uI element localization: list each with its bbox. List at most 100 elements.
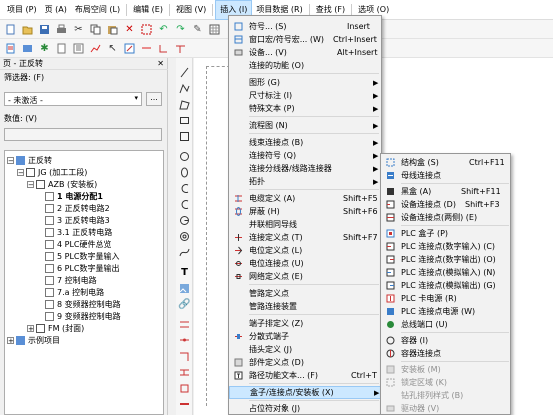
expand-icon[interactable]: + [7, 336, 14, 344]
expand-icon[interactable]: + [27, 324, 34, 332]
spiral-icon[interactable] [178, 230, 191, 243]
select-icon[interactable] [140, 23, 153, 36]
tee-icon[interactable] [174, 42, 187, 55]
menu-item-dimension[interactable]: 尺寸标注 (I) ▶ [229, 89, 381, 102]
filter-ellipsis-button[interactable]: ... [146, 92, 162, 106]
menu-edit[interactable]: 编辑 (E) [129, 1, 167, 19]
menu-item-connection-definition[interactable]: 连接定义点 (T) Shift+F7 [229, 231, 381, 244]
tree-page-item[interactable]: 3.1 正反转电路 [45, 226, 112, 238]
collapse-icon[interactable]: − [7, 156, 14, 164]
submenu-item-device-connection[interactable]: 设备连接点 (D) Shift+F3 [381, 198, 510, 211]
submenu-item-container[interactable]: 容器 (I) [381, 334, 510, 347]
arc2-icon[interactable] [178, 198, 191, 211]
tree-page-item[interactable]: 7 控制电路 [45, 274, 97, 286]
menu-item-splitter[interactable]: 连接分线器/线路连接器 ▶ [229, 162, 381, 175]
menu-item-symbol[interactable]: 符号... (S) Insert [229, 20, 381, 33]
menu-project[interactable]: 项目 (P) [3, 1, 41, 19]
cut-icon[interactable]: ✂ [72, 23, 85, 36]
menu-item-connected-function[interactable]: 连接的功能 (O) [229, 59, 381, 72]
submenu-item-busbar-connection[interactable]: 母线连接点 [381, 169, 510, 182]
tree-page-item[interactable]: 9 变频器控制电路 [45, 310, 121, 322]
submenu-item-plc-box[interactable]: PLC 盒子 (P) [381, 227, 510, 240]
undo-icon[interactable]: ↶ [157, 23, 170, 36]
submenu-item-plc-digital-output[interactable]: PLC 连接点(数字输出) (O) [381, 253, 510, 266]
angle-icon[interactable] [157, 42, 170, 55]
edit-mode-icon[interactable] [123, 42, 136, 55]
submenu-item-drive[interactable]: 驱动器 (V) [381, 402, 510, 415]
tree-node-example[interactable]: + 示例项目 [7, 334, 60, 346]
value-input[interactable] [4, 128, 162, 141]
menu-item-cable-definition[interactable]: 电缆定义 (A) Shift+F5 [229, 192, 381, 205]
grid-icon[interactable] [208, 23, 221, 36]
collapse-icon[interactable]: − [17, 168, 24, 176]
component-icon[interactable]: ✱ [38, 42, 51, 55]
filter-select[interactable]: - 未激活 - ▾ [4, 92, 142, 106]
paste-icon[interactable] [106, 23, 119, 36]
wire-icon[interactable] [140, 42, 153, 55]
page-properties-icon[interactable] [55, 42, 68, 55]
submenu-item-plc-connection-power[interactable]: PLC 连接点电源 (W) [381, 305, 510, 318]
report-icon[interactable] [72, 42, 85, 55]
tree-page-item[interactable]: 5 PLC数字量输入 [45, 250, 120, 262]
menu-item-potential-definition[interactable]: 电位定义点 (L) [229, 244, 381, 257]
menu-item-special-text[interactable]: 特殊文本 (P) ▶ [229, 102, 381, 115]
sector-icon[interactable] [178, 214, 191, 227]
circle-icon[interactable] [178, 150, 191, 163]
menu-item-flowchart[interactable]: 流程图 (N) ▶ [229, 119, 381, 132]
corner-icon[interactable] [178, 350, 191, 363]
submenu-item-plc-analog-output[interactable]: PLC 连接点(模拟输出) (G) [381, 279, 510, 292]
submenu-item-drill-pattern[interactable]: 钻孔排列样式 (B) [381, 389, 510, 402]
tree-node-jg[interactable]: − JG (加工工段) [17, 166, 87, 178]
arc-icon[interactable] [178, 182, 191, 195]
junction-icon[interactable] [178, 366, 191, 379]
submenu-item-plc-card-power[interactable]: PLC 卡电源 (R) [381, 292, 510, 305]
tree-page-item[interactable]: 8 变频器控制电路 [45, 298, 121, 310]
image-icon[interactable] [178, 282, 191, 295]
tree-page-item[interactable]: 2 正反转电路2 [45, 202, 110, 214]
page-new-icon[interactable] [4, 42, 17, 55]
menu-item-distributed-terminal[interactable]: 分散式端子 [229, 330, 381, 343]
bus-icon[interactable] [178, 398, 191, 411]
tree-page-item[interactable]: 3 正反转电路3 [45, 214, 110, 226]
submenu-item-bus-port[interactable]: 总线端口 (U) [381, 318, 510, 331]
tree-node-root[interactable]: − 正反转 [7, 154, 52, 166]
link-icon[interactable]: 🔗 [178, 298, 191, 311]
tree-page-item[interactable]: 1 电源分配1 [45, 190, 103, 202]
tree-page-item[interactable]: 4 PLC硬件总览 [45, 238, 112, 250]
menu-item-window-macro[interactable]: 窗口宏/符号宏... (W) Ctrl+Insert [229, 33, 381, 46]
collapse-icon[interactable]: − [27, 180, 34, 188]
submenu-item-mounting-plate[interactable]: 安装板 (M) [381, 363, 510, 376]
submenu-item-device-connection-both[interactable]: 设备连接点(两侧) (E) [381, 211, 510, 224]
menu-item-terminal-strip[interactable]: 端子排定义 (Z) [229, 317, 381, 330]
polyline-icon[interactable] [178, 82, 191, 95]
menu-item-part-definition[interactable]: 部件定义点 (D) [229, 356, 381, 369]
connection-icon[interactable] [178, 334, 191, 347]
menu-item-graphics[interactable]: 图形 (G) ▶ [229, 76, 381, 89]
menu-item-network-definition[interactable]: 网络定义点 (E) [229, 270, 381, 283]
menu-item-box-connection-plate[interactable]: 盒子/连接点/安装板 (X) ▶ [229, 386, 381, 399]
graph-icon[interactable] [89, 42, 102, 55]
menu-item-plug-definition[interactable]: 插头定义 (J) [229, 343, 381, 356]
terminal-icon[interactable] [178, 382, 191, 395]
menu-view[interactable]: 视图 (V) [172, 1, 210, 19]
redo-icon[interactable]: ↷ [174, 23, 187, 36]
menu-item-potential-connection[interactable]: 电位连接点 (U) [229, 257, 381, 270]
pen-icon[interactable]: ✎ [191, 23, 204, 36]
polygon-icon[interactable] [178, 98, 191, 111]
menu-item-topology[interactable]: 拓扑 ▶ [229, 175, 381, 188]
new-icon[interactable] [4, 23, 17, 36]
submenu-item-lock-area[interactable]: 锁定区域 (K) [381, 376, 510, 389]
pointer-icon[interactable]: ↖ [106, 42, 119, 55]
submenu-item-container-connection[interactable]: 容器连接点 [381, 347, 510, 360]
submenu-item-plc-analog-input[interactable]: PLC 连接点(模拟输入) (N) [381, 266, 510, 279]
close-icon[interactable]: ✕ [157, 59, 164, 68]
menu-item-placeholder-object[interactable]: 占位符对象 (J) [229, 402, 381, 415]
spline-icon[interactable] [178, 246, 191, 259]
cable-icon[interactable] [178, 318, 191, 331]
delete-icon[interactable]: ✕ [123, 23, 136, 36]
ellipse-icon[interactable] [178, 166, 191, 179]
save-icon[interactable] [38, 23, 51, 36]
menu-item-harness-connection[interactable]: 线束连接点 (B) ▶ [229, 136, 381, 149]
text-icon[interactable]: T [178, 266, 191, 279]
menu-layout-space[interactable]: 布局空间 (L) [71, 1, 124, 19]
